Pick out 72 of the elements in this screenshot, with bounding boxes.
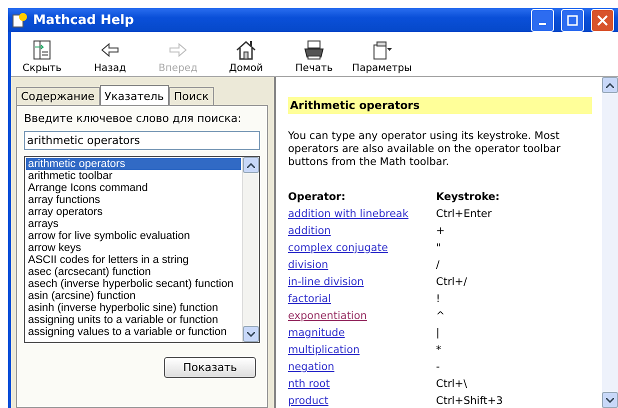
- keystroke-text: +: [436, 224, 446, 239]
- scroll-down-icon[interactable]: [243, 326, 259, 342]
- index-item[interactable]: asech (inverse hyperbolic secant) function: [26, 278, 241, 290]
- operator-link[interactable]: product: [288, 395, 328, 407]
- keystroke-text: ^: [436, 309, 446, 324]
- minimize-icon: [539, 22, 546, 24]
- keystroke-text: Ctrl+/: [436, 275, 468, 290]
- home-icon: [235, 39, 257, 61]
- column-header: Operator:: [288, 190, 346, 205]
- operator-link[interactable]: complex conjugate: [288, 242, 388, 254]
- index-item[interactable]: asin (arcsine) function: [26, 290, 241, 302]
- operator-link[interactable]: negation: [288, 361, 334, 373]
- tab[interactable]: Содержание: [16, 87, 100, 105]
- panel-icon: [31, 39, 53, 61]
- operator-link[interactable]: factorial: [288, 293, 332, 305]
- column-header: Keystroke:: [436, 190, 501, 205]
- operator-link[interactable]: magnitude: [288, 327, 345, 339]
- index-item[interactable]: arithmetic toolbar: [26, 170, 241, 182]
- scrollbar[interactable]: [242, 157, 259, 342]
- printer-icon: [303, 39, 325, 61]
- index-item[interactable]: assigning units to a variable or function: [26, 314, 241, 326]
- keystroke-text: /: [436, 258, 441, 273]
- keystroke-text: Ctrl+Enter: [436, 207, 493, 222]
- operator-link[interactable]: division: [288, 259, 328, 271]
- maximize-button[interactable]: [561, 8, 584, 32]
- intro-paragraph: You can type any operator using its keystroke. Most operators are also available on the operator toolbar buttons from the Math toolbar.: [288, 130, 562, 169]
- operator-link[interactable]: in-line division: [288, 276, 364, 288]
- show-button[interactable]: Показать: [164, 357, 256, 378]
- keystroke-text: Ctrl+Shift+3: [436, 394, 504, 408]
- keystroke-text: Ctrl+\: [436, 377, 468, 392]
- index-item[interactable]: arrow for live symbolic evaluation: [26, 230, 241, 242]
- index-item[interactable]: assigning values to a variable or function: [26, 326, 241, 338]
- maximize-icon: [567, 14, 578, 26]
- index-item[interactable]: arrow keys: [26, 242, 241, 254]
- scroll-down-icon[interactable]: [602, 392, 618, 408]
- toolbar-button[interactable]: Печать: [283, 39, 345, 74]
- keystroke-text: ": [436, 241, 442, 256]
- toolbar-button[interactable]: Скрыть: [11, 39, 73, 74]
- search-label: Введите ключевое слово для поиска:: [24, 112, 242, 125]
- index-item[interactable]: asinh (inverse hyperbolic sine) function: [26, 302, 241, 314]
- scroll-up-icon[interactable]: [602, 77, 618, 93]
- minimize-button[interactable]: [531, 8, 554, 32]
- operator-link[interactable]: exponentiation: [288, 310, 367, 322]
- search-field[interactable]: arithmetic operators: [24, 131, 260, 150]
- keystroke-text: *: [436, 343, 442, 358]
- toolbar-button[interactable]: Назад: [79, 39, 141, 74]
- topic-heading: Arithmetic operators: [288, 97, 592, 114]
- scrollbar[interactable]: [602, 77, 618, 408]
- tab[interactable]: Поиск: [168, 87, 214, 105]
- help-icon: [12, 12, 28, 28]
- keystroke-text: !: [436, 292, 442, 307]
- index-item[interactable]: ASCII codes for letters in a string: [26, 254, 241, 266]
- keystroke-text: -: [436, 360, 441, 375]
- window-title: Mathcad Help: [33, 12, 135, 28]
- index-item[interactable]: array operators: [26, 206, 241, 218]
- scroll-up-icon[interactable]: [243, 157, 259, 173]
- operator-link[interactable]: addition: [288, 225, 331, 237]
- operator-link[interactable]: multiplication: [288, 344, 360, 356]
- document-icon: [371, 39, 393, 61]
- close-icon: [597, 14, 608, 26]
- toolbar-button[interactable]: Параметры: [351, 39, 413, 74]
- index-item[interactable]: asec (arcsecant) function: [26, 266, 241, 278]
- close-button[interactable]: [591, 8, 614, 32]
- keystroke-text: |: [436, 326, 441, 341]
- index-item[interactable]: array functions: [26, 194, 241, 206]
- index-item[interactable]: arrays: [26, 218, 241, 230]
- tab[interactable]: Указатель: [100, 85, 169, 105]
- toolbar-button[interactable]: Домой: [215, 39, 277, 74]
- index-item[interactable]: Arrange Icons command: [26, 182, 241, 194]
- operator-link[interactable]: nth root: [288, 378, 330, 390]
- index-item[interactable]: arithmetic operators: [26, 158, 241, 170]
- operator-link[interactable]: addition with linebreak: [288, 208, 408, 220]
